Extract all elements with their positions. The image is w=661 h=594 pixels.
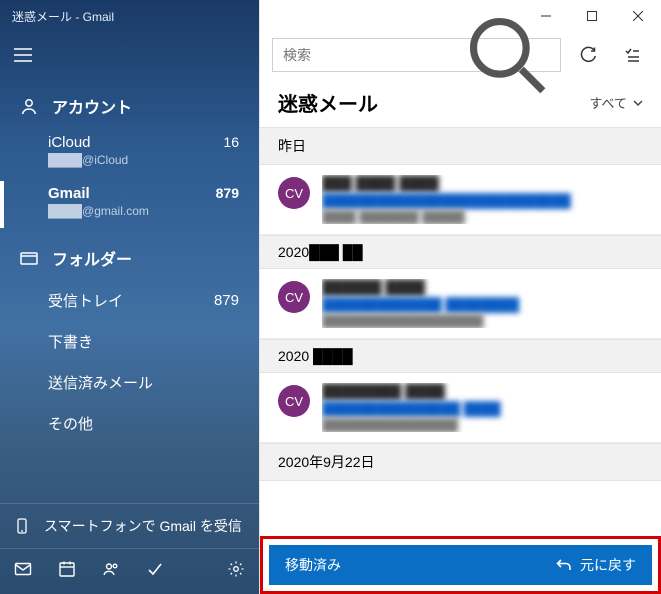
- calendar-icon: [58, 560, 76, 578]
- mail-from: ██████ ████: [322, 279, 643, 295]
- mail-subject: ███████████████ ████: [322, 401, 643, 416]
- promo-item[interactable]: スマートフォンで Gmail を受信: [0, 503, 259, 548]
- accounts-header: アカウント: [0, 78, 259, 128]
- close-icon: [633, 11, 643, 21]
- avatar: CV: [278, 385, 310, 417]
- page-title: 迷惑メール: [278, 88, 378, 117]
- heading-row: 迷惑メール すべて: [260, 78, 661, 127]
- sidebar: 迷惑メール - Gmail アカウント iCloud 16 ████@iClou…: [0, 0, 259, 594]
- group-header[interactable]: 2020年9月22日: [260, 443, 661, 481]
- calendar-icon-button[interactable]: [58, 560, 76, 583]
- mail-preview: ████████████████: [322, 418, 643, 432]
- folders-header: フォルダー: [0, 230, 259, 280]
- close-button[interactable]: [615, 0, 661, 32]
- folder-label: 送信済みメール: [48, 372, 153, 393]
- undo-label: 元に戻す: [580, 555, 636, 575]
- mail-subject: █████████████ ████████: [322, 297, 643, 312]
- account-email: ████@iCloud: [48, 153, 239, 167]
- check-icon: [146, 560, 164, 578]
- account-email: ████@gmail.com: [48, 204, 239, 218]
- settings-icon-button[interactable]: [227, 560, 245, 583]
- action-message: 移動済み: [285, 555, 341, 575]
- window-controls: [260, 0, 661, 32]
- promo-label: スマートフォンで Gmail を受信: [44, 516, 242, 536]
- mail-item[interactable]: CV ████████ ████ ███████████████ ████ ██…: [260, 373, 661, 443]
- people-icon: [102, 560, 120, 578]
- group-header[interactable]: 2020███ ██: [260, 235, 661, 269]
- phone-icon: [14, 518, 30, 534]
- mail-icon: [14, 560, 32, 578]
- mail-preview: ████ ███████ █████: [322, 210, 643, 224]
- mail-item[interactable]: CV ███ ████ ████ ███████████████████████…: [260, 165, 661, 235]
- menu-icon: [14, 46, 32, 64]
- mail-list: 昨日 CV ███ ████ ████ ████████████████████…: [260, 127, 661, 536]
- search-box[interactable]: [272, 38, 561, 72]
- account-count: 879: [216, 185, 239, 201]
- search-input[interactable]: [283, 47, 464, 63]
- maximize-button[interactable]: [569, 0, 615, 32]
- folder-sent[interactable]: 送信済みメール: [0, 362, 259, 403]
- sidebar-footer: [0, 548, 259, 594]
- folder-icon: [20, 249, 38, 267]
- chevron-down-icon: [633, 98, 643, 108]
- filter-label: すべて: [589, 93, 627, 112]
- avatar: CV: [278, 177, 310, 209]
- mail-icon-button[interactable]: [14, 560, 32, 583]
- action-bar: 移動済み 元に戻す: [269, 545, 652, 585]
- account-item-gmail[interactable]: Gmail 879 ████@gmail.com: [0, 179, 259, 230]
- maximize-icon: [587, 11, 597, 21]
- checklist-icon: [623, 46, 641, 64]
- todo-icon-button[interactable]: [146, 560, 164, 583]
- mail-preview: ███████████████████: [322, 314, 643, 328]
- undo-button[interactable]: 元に戻す: [556, 555, 636, 575]
- refresh-icon: [579, 46, 597, 64]
- undo-icon: [556, 557, 572, 573]
- folder-label: 受信トレイ: [48, 290, 123, 311]
- main-pane: 迷惑メール すべて 昨日 CV ███ ████ ████ ██████████…: [259, 0, 661, 594]
- select-mode-button[interactable]: [615, 38, 649, 72]
- folder-label: 下書き: [48, 331, 93, 352]
- group-header[interactable]: 2020 ████: [260, 339, 661, 373]
- people-icon-button[interactable]: [102, 560, 120, 583]
- account-name: Gmail: [48, 185, 90, 202]
- mail-subject: ███████████████████████████: [322, 193, 643, 208]
- refresh-button[interactable]: [571, 38, 605, 72]
- mail-item[interactable]: CV ██████ ████ █████████████ ████████ ██…: [260, 269, 661, 339]
- filter-dropdown[interactable]: すべて: [589, 93, 643, 112]
- folder-drafts[interactable]: 下書き: [0, 321, 259, 362]
- avatar: CV: [278, 281, 310, 313]
- action-bar-highlight: 移動済み 元に戻す: [260, 536, 661, 594]
- toolbar: [260, 32, 661, 78]
- folder-label: その他: [48, 413, 93, 434]
- hamburger-button[interactable]: [0, 32, 259, 78]
- group-header[interactable]: 昨日: [260, 127, 661, 165]
- mail-from: ███ ████ ████: [322, 175, 643, 191]
- account-name: iCloud: [48, 134, 91, 151]
- folder-other[interactable]: その他: [0, 403, 259, 444]
- gear-icon: [227, 560, 245, 578]
- folders-label: フォルダー: [52, 246, 132, 270]
- folder-count: 879: [214, 292, 239, 309]
- accounts-label: アカウント: [52, 94, 132, 118]
- account-item-icloud[interactable]: iCloud 16 ████@iCloud: [0, 128, 259, 179]
- window-title: 迷惑メール - Gmail: [0, 0, 259, 32]
- person-icon: [20, 97, 38, 115]
- mail-from: ████████ ████: [322, 383, 643, 399]
- account-count: 16: [223, 134, 239, 150]
- folder-inbox[interactable]: 受信トレイ 879: [0, 280, 259, 321]
